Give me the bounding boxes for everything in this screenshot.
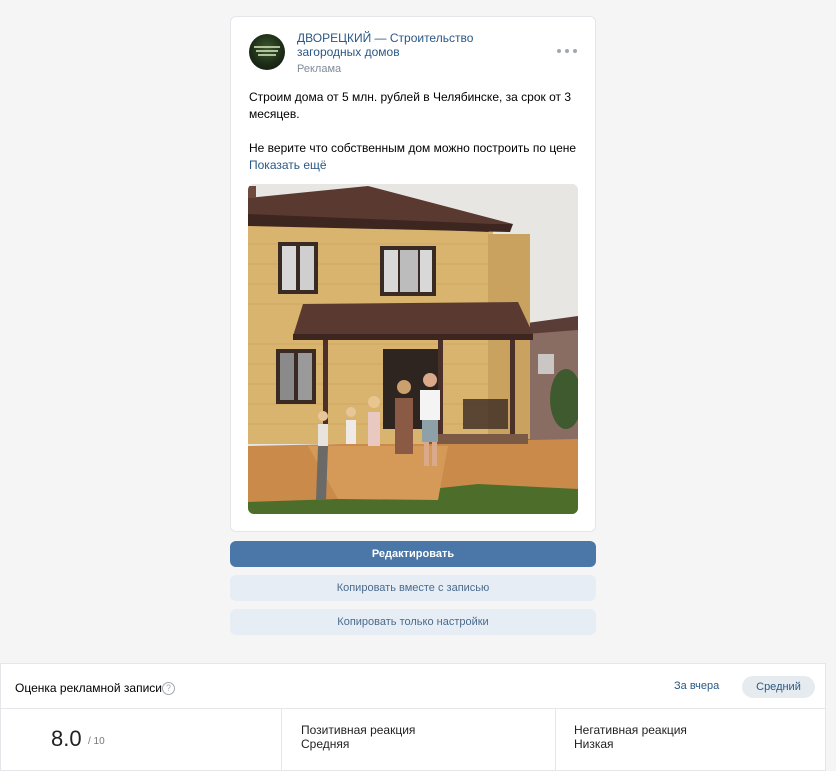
divider	[281, 709, 282, 771]
ad-post-card: ДВОРЕЦКИЙ — Строительство загородных дом…	[230, 16, 596, 532]
level-badge[interactable]: Средний	[742, 676, 815, 698]
copy-with-post-button[interactable]: Копировать вместе с записью	[230, 575, 596, 601]
ad-label: Реклама	[297, 63, 342, 75]
post-text: Строим дома от 5 млн. рублей в Челябинск…	[249, 89, 579, 157]
house-photo-illustration	[248, 184, 578, 514]
question-circle-icon[interactable]: ?	[162, 682, 175, 695]
score-value: 8.0	[51, 726, 82, 751]
show-more-link[interactable]: Показать ещё	[249, 158, 327, 172]
author-avatar[interactable]	[249, 34, 285, 70]
negative-reaction-label: Негативная реакция	[574, 723, 687, 737]
author-name[interactable]: ДВОРЕЦКИЙ — Строительство загородных дом…	[297, 31, 527, 59]
negative-reaction-value: Низкая	[574, 737, 614, 751]
post-text-line-2: Не верите что собственным дом можно пост…	[249, 141, 577, 155]
divider	[555, 709, 556, 771]
edit-button[interactable]: Редактировать	[230, 541, 596, 567]
period-selector[interactable]: За вчера	[674, 680, 719, 692]
score-max: / 10	[88, 736, 105, 747]
copy-settings-button[interactable]: Копировать только настройки	[230, 609, 596, 635]
post-photo[interactable]	[248, 184, 578, 514]
post-text-line-1: Строим дома от 5 млн. рублей в Челябинск…	[249, 90, 572, 121]
ad-score-title: Оценка рекламной записи	[15, 681, 162, 695]
negative-reaction-metric: Негативная реакция Низкая	[574, 723, 687, 751]
ad-score-header: Оценка рекламной записи ? За вчера Средн…	[1, 664, 825, 709]
positive-reaction-metric: Позитивная реакция Средняя	[301, 723, 415, 751]
ad-score-panel: Оценка рекламной записи ? За вчера Средн…	[0, 663, 826, 771]
positive-reaction-label: Позитивная реакция	[301, 723, 416, 737]
positive-reaction-value: Средняя	[301, 737, 350, 751]
more-icon[interactable]	[557, 45, 577, 57]
